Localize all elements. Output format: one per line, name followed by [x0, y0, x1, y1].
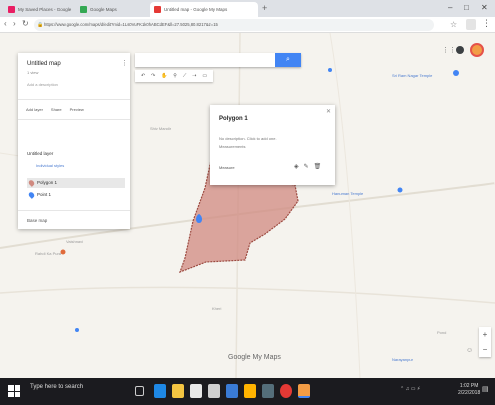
- feature-description[interactable]: No description. Click to add one.: [219, 136, 329, 141]
- map-canvas[interactable]: Sri Ram Nagar Temple Shiv Mandir Madhav …: [0, 33, 495, 378]
- map-label: Vaishnavi: [66, 239, 84, 244]
- avatar[interactable]: [470, 43, 484, 57]
- layer-item-label: Polygon 1: [37, 180, 58, 185]
- taskbar-search[interactable]: Type here to search: [30, 384, 83, 390]
- feature-title[interactable]: Polygon 1: [219, 116, 248, 122]
- tab-favicon-icon: [80, 6, 87, 13]
- add-layer-button[interactable]: Add layer: [26, 107, 43, 112]
- browser-tab-1[interactable]: My Saved Places - Google: [4, 2, 74, 17]
- layer-title[interactable]: Untitled layer: [27, 151, 53, 156]
- edge-icon[interactable]: [154, 384, 166, 398]
- clock-time: 1:02 PM: [459, 383, 479, 389]
- system-tray-icons[interactable]: ⌃ ♫ ▭ ⚡: [400, 386, 420, 392]
- redo-icon[interactable]: ↷: [151, 73, 155, 79]
- url-text: https://www.google.com/maps/d/edit?mid=1…: [44, 22, 218, 27]
- divider: [18, 210, 130, 211]
- map-label: Hanuman Temple: [332, 191, 364, 196]
- forward-icon[interactable]: ›: [13, 19, 16, 28]
- search-button[interactable]: ⌕: [275, 53, 301, 67]
- app-icon[interactable]: [262, 384, 274, 398]
- base-map-toggle[interactable]: Base map: [27, 218, 47, 223]
- tab-label: Google Maps: [90, 7, 117, 12]
- lock-icon: 🔒: [37, 22, 44, 28]
- search-icon: ⌕: [286, 56, 290, 63]
- extension-icon[interactable]: [466, 19, 476, 30]
- ruler-icon[interactable]: ▭: [202, 73, 207, 79]
- os-taskbar: Type here to search ⌃ ♫ ▭ ⚡ 1:02 PM 2/22…: [0, 378, 495, 405]
- edit-icon[interactable]: ✎: [304, 163, 309, 170]
- store-icon[interactable]: [190, 384, 202, 398]
- divider: [18, 99, 130, 100]
- minimize-button[interactable]: –: [448, 3, 452, 12]
- browser-menu-icon[interactable]: ⋮: [482, 18, 491, 29]
- clock-date: 2/22/2018: [458, 390, 481, 396]
- zoom-in-button[interactable]: +: [479, 327, 491, 342]
- bookmark-star-icon[interactable]: ☆: [450, 20, 457, 29]
- windows-start-icon[interactable]: [8, 385, 20, 397]
- layer-item-polygon[interactable]: Polygon 1: [27, 178, 125, 188]
- layer-style-link[interactable]: Individual styles: [36, 163, 64, 168]
- tab-label: My Saved Places - Google: [18, 7, 72, 12]
- zoom-controls: + −: [479, 327, 491, 357]
- map-side-panel: Untitled map 1 view Add a description ⋮ …: [18, 53, 130, 229]
- map-title[interactable]: Untitled map: [27, 61, 61, 67]
- tab-label: Untitled map - Google My Maps: [164, 7, 228, 12]
- tab-favicon-icon: [154, 6, 161, 13]
- preview-button[interactable]: Preview: [70, 107, 84, 112]
- maximize-button[interactable]: □: [464, 3, 469, 12]
- map-label: Pond: [437, 330, 447, 335]
- divider: [18, 119, 130, 120]
- mail-icon[interactable]: [208, 384, 220, 398]
- browser-tab-3-active[interactable]: Untitled map - Google My Maps: [150, 2, 258, 17]
- measure-link[interactable]: Measure: [219, 165, 235, 170]
- map-views: 1 view: [27, 70, 39, 75]
- paint-style-icon[interactable]: ◈: [294, 163, 299, 170]
- back-icon[interactable]: ‹: [4, 19, 7, 28]
- map-label: Kheri: [212, 306, 222, 311]
- file-explorer-icon[interactable]: [172, 384, 184, 398]
- layer-item-point[interactable]: Point 1: [27, 190, 125, 200]
- app-icon[interactable]: [226, 384, 238, 398]
- reload-icon[interactable]: ↻: [22, 19, 29, 28]
- feature-measurements: Measurements: [219, 144, 246, 149]
- draw-line-icon[interactable]: ⟋: [183, 73, 187, 79]
- action-center-icon[interactable]: ▤: [482, 385, 489, 393]
- taskbar-clock[interactable]: 1:02 PM 2/22/2018: [458, 383, 480, 397]
- map-label: Narayanpur: [392, 357, 413, 362]
- browser-tab-bar: My Saved Places - Google Google Maps Unt…: [0, 0, 495, 17]
- panel-actions: Add layer Share Preview: [26, 107, 84, 112]
- url-input[interactable]: 🔒 https://www.google.com/maps/d/edit?mid…: [34, 19, 434, 31]
- address-bar-row: ‹ › ↻ 🔒 https://www.google.com/maps/d/ed…: [0, 17, 495, 33]
- drawing-toolbar: ↶ ↷ ✋ ⚲ ⟋ ⇢ ▭: [135, 70, 213, 82]
- delete-icon[interactable]: 🗑: [314, 163, 322, 170]
- notifications-icon[interactable]: [456, 46, 464, 54]
- zoom-out-button[interactable]: −: [479, 342, 491, 357]
- share-button[interactable]: Share: [51, 107, 62, 112]
- close-icon[interactable]: ✕: [326, 108, 331, 115]
- app-icon[interactable]: [244, 384, 256, 398]
- panel-menu-icon[interactable]: ⋮: [121, 59, 128, 67]
- feature-info-card: Polygon 1 ✕ No description. Click to add…: [210, 105, 335, 185]
- tab-favicon-icon: [8, 6, 15, 13]
- browser-tab-2[interactable]: Google Maps: [76, 2, 146, 17]
- undo-icon[interactable]: ↶: [141, 73, 145, 79]
- task-view-icon[interactable]: [135, 386, 144, 396]
- marker-swatch-icon: [27, 191, 36, 199]
- close-window-button[interactable]: ✕: [481, 3, 488, 12]
- card-actions: ◈ ✎ 🗑: [294, 163, 321, 170]
- route-icon[interactable]: ⇢: [192, 73, 196, 79]
- pegman-icon[interactable]: ☺: [466, 347, 473, 354]
- opera-icon[interactable]: [280, 384, 292, 398]
- new-tab-button[interactable]: +: [262, 3, 267, 13]
- marker-icon[interactable]: ⚲: [173, 73, 177, 79]
- map-label: Rahdi Ka Pura: [35, 251, 62, 256]
- chrome-icon[interactable]: [298, 384, 310, 398]
- map-label: Sri Ram Nagar Temple: [392, 73, 433, 78]
- polygon-swatch-icon: [27, 179, 36, 187]
- hand-icon[interactable]: ✋: [161, 73, 167, 79]
- map-label: Shiv Mandir: [150, 126, 172, 131]
- map-description[interactable]: Add a description: [27, 82, 58, 87]
- google-my-maps-logo: Google My Maps: [228, 354, 281, 361]
- layer-item-label: Point 1: [37, 192, 52, 197]
